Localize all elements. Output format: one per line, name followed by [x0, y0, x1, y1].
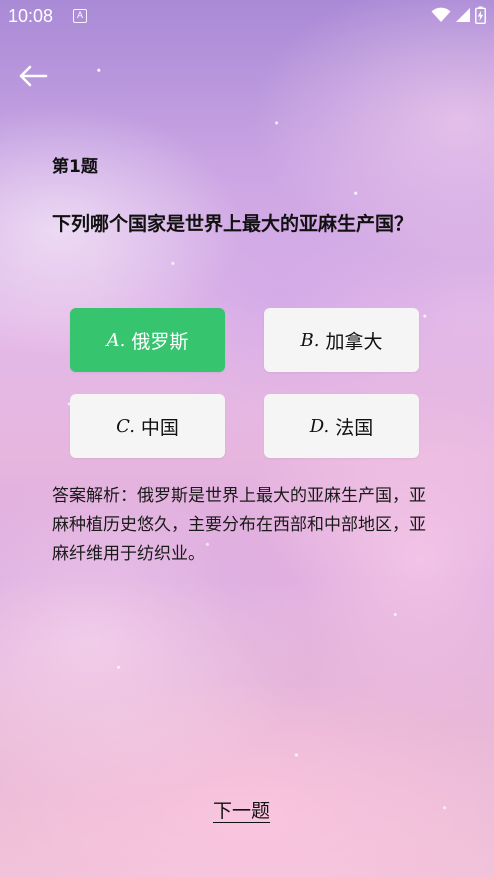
option-d-button[interactable]: D. 法国 — [264, 394, 419, 458]
option-b-button[interactable]: B. 加拿大 — [264, 308, 419, 372]
signal-icon — [456, 8, 470, 22]
option-letter: A. — [106, 329, 126, 351]
option-letter: D. — [309, 415, 330, 437]
quiz-screen: 10:08 A 第1题 下列哪个国家是世界上最大的亚麻生产国？ A. 俄罗斯 B… — [0, 0, 494, 878]
status-time: 10:08 — [8, 6, 54, 26]
back-button[interactable] — [16, 60, 50, 92]
option-text: 法国 — [335, 416, 374, 439]
option-a-button[interactable]: A. 俄罗斯 — [70, 308, 225, 372]
wifi-icon — [431, 7, 451, 22]
option-letter: B. — [300, 329, 320, 351]
option-text: 加拿大 — [325, 330, 383, 353]
answer-analysis: 答案解析：俄罗斯是世界上最大的亚麻生产国，亚麻种植历史悠久，主要分布在西部和中部… — [52, 486, 426, 564]
option-text: 俄罗斯 — [131, 330, 189, 353]
arrow-left-icon — [19, 65, 48, 87]
option-letter: C. — [116, 415, 135, 437]
status-icons — [431, 6, 486, 24]
battery-icon — [475, 6, 486, 24]
status-bar: 10:08 A — [0, 0, 494, 34]
question-number: 第1题 — [52, 157, 98, 177]
next-question-button[interactable]: 下一题 — [213, 796, 270, 823]
notification-app-icon: A — [73, 9, 87, 23]
option-text: 中国 — [140, 416, 179, 439]
question-text: 下列哪个国家是世界上最大的亚麻生产国？ — [52, 213, 414, 235]
option-c-button[interactable]: C. 中国 — [70, 394, 225, 458]
